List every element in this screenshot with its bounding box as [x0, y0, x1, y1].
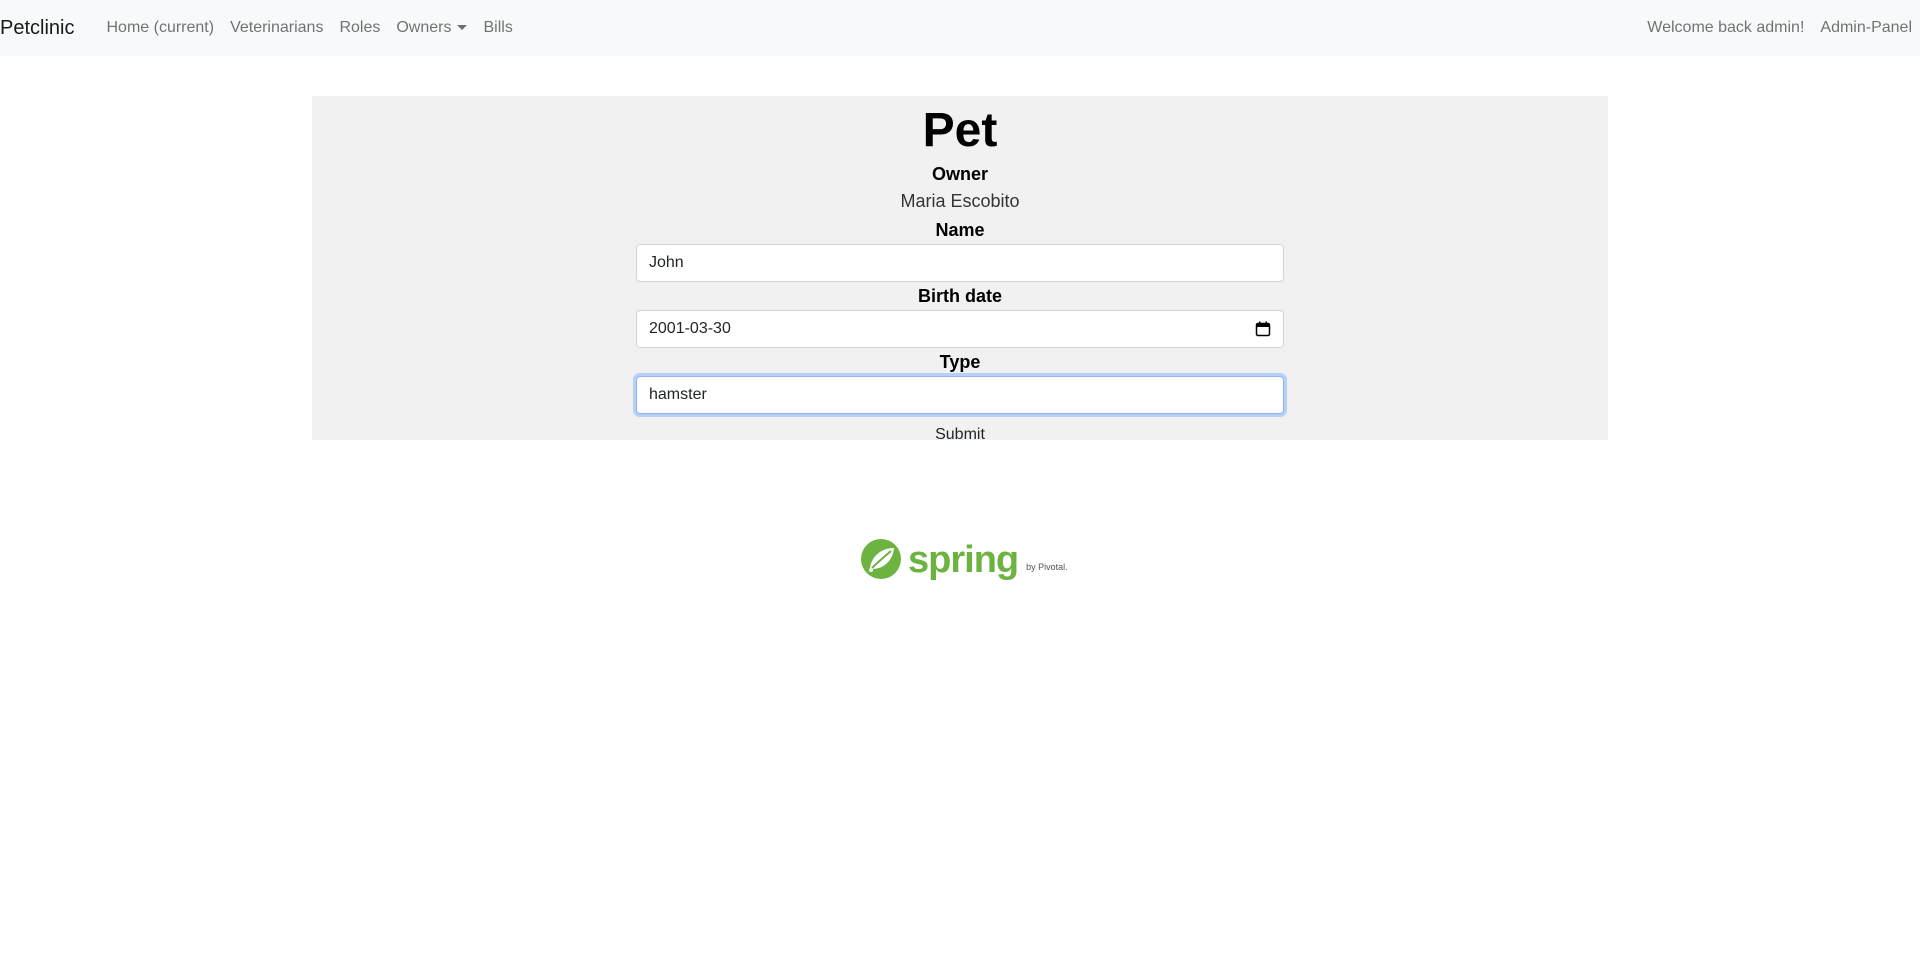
- pivotal-logo-text: by Pivotal.: [1026, 562, 1068, 572]
- name-input-value: John: [649, 254, 684, 271]
- birth-date-input[interactable]: 2001-03-30: [636, 310, 1284, 348]
- pet-form: Pet Owner Maria Escobito Name John Birth…: [636, 96, 1284, 446]
- spring-leaf-icon: [861, 539, 901, 579]
- navbar-right: Welcome back admin! Admin-Panel: [1639, 0, 1920, 56]
- nav-veterinarians-link[interactable]: Veterinarians: [222, 19, 331, 37]
- pet-form-panel: Pet Owner Maria Escobito Name John Birth…: [312, 96, 1608, 443]
- navbar: Petclinic Home (current) Veterinarians R…: [0, 0, 1920, 56]
- type-label: Type: [939, 352, 981, 372]
- spring-logo-text: spring: [908, 539, 1019, 581]
- caret-down-icon: [457, 24, 468, 30]
- type-input[interactable]: hamster: [636, 376, 1284, 414]
- name-input[interactable]: John: [636, 244, 1284, 282]
- admin-panel-link[interactable]: Admin-Panel: [1812, 19, 1920, 37]
- name-label: Name: [935, 220, 985, 240]
- spring-logo: spring by Pivotal.: [860, 538, 1068, 580]
- brand-link[interactable]: Petclinic: [0, 17, 74, 40]
- nav-roles-link[interactable]: Roles: [331, 19, 388, 37]
- nav-owners-label: Owners: [396, 19, 452, 36]
- birth-date-value: 2001-03-30: [649, 320, 731, 337]
- type-input-value: hamster: [649, 386, 707, 403]
- submit-button[interactable]: Submit: [935, 424, 985, 446]
- nav-bills-link[interactable]: Bills: [475, 19, 520, 37]
- page-title: Pet: [922, 104, 998, 157]
- welcome-link[interactable]: Welcome back admin!: [1639, 19, 1812, 37]
- navbar-left: Petclinic Home (current) Veterinarians R…: [0, 0, 521, 56]
- nav-home-link[interactable]: Home (current): [98, 19, 222, 37]
- nav-owners-dropdown[interactable]: Owners: [388, 19, 475, 37]
- calendar-icon[interactable]: [1255, 321, 1271, 337]
- owner-label: Owner: [931, 164, 988, 184]
- birth-date-label: Birth date: [917, 286, 1002, 306]
- owner-name: Maria Escobito: [900, 191, 1020, 211]
